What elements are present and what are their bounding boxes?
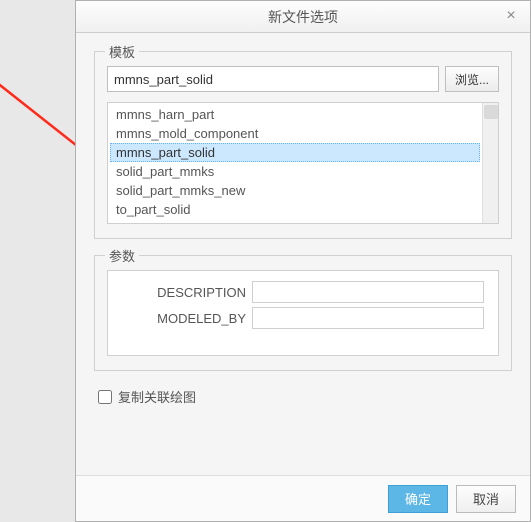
list-item[interactable]: solid_part_mmks [110, 162, 480, 181]
params-fieldset: 参数 DESCRIPTION MODELED_BY [94, 255, 512, 371]
copy-drawing-checkbox[interactable] [98, 390, 112, 404]
params-box: DESCRIPTION MODELED_BY [107, 270, 499, 356]
browse-button[interactable]: 浏览... [445, 66, 499, 92]
dialog-footer: 确定 取消 [76, 475, 530, 521]
close-icon: × [506, 7, 515, 25]
template-legend: 模板 [105, 42, 139, 61]
template-list[interactable]: mmns_harn_part mmns_mold_component mmns_… [108, 103, 482, 223]
params-legend: 参数 [105, 246, 139, 265]
copy-drawing-checkbox-row: 复制关联绘图 [98, 387, 512, 406]
close-button[interactable]: × [500, 5, 522, 27]
list-item[interactable]: to_part_solid [110, 200, 480, 219]
copy-drawing-label: 复制关联绘图 [118, 387, 196, 406]
dialog-title: 新文件选项 [268, 7, 338, 27]
template-listbox: mmns_harn_part mmns_mold_component mmns_… [107, 102, 499, 224]
list-item[interactable]: solid_part_mmks_new [110, 181, 480, 200]
ok-button[interactable]: 确定 [388, 485, 448, 513]
description-input[interactable] [252, 281, 484, 303]
param-row-description: DESCRIPTION [122, 281, 484, 303]
dialog-content: 模板 浏览... mmns_harn_part mmns_mold_compon… [76, 33, 530, 406]
param-label: DESCRIPTION [122, 285, 252, 300]
template-fieldset: 模板 浏览... mmns_harn_part mmns_mold_compon… [94, 51, 512, 239]
param-row-modeledby: MODELED_BY [122, 307, 484, 329]
modeled-by-input[interactable] [252, 307, 484, 329]
template-name-input[interactable] [107, 66, 439, 92]
list-item[interactable]: mmns_mold_component [110, 124, 480, 143]
list-item[interactable]: mmns_harn_part [110, 105, 480, 124]
template-input-row: 浏览... [107, 66, 499, 92]
titlebar: 新文件选项 × [76, 1, 530, 33]
new-file-options-dialog: 新文件选项 × 模板 浏览... mmns_harn_part mmns_mol… [75, 0, 531, 522]
param-label: MODELED_BY [122, 311, 252, 326]
list-item-selected[interactable]: mmns_part_solid [110, 143, 480, 162]
scrollbar-thumb[interactable] [484, 105, 498, 119]
scrollbar-track[interactable] [482, 103, 498, 223]
cancel-button[interactable]: 取消 [456, 485, 516, 513]
